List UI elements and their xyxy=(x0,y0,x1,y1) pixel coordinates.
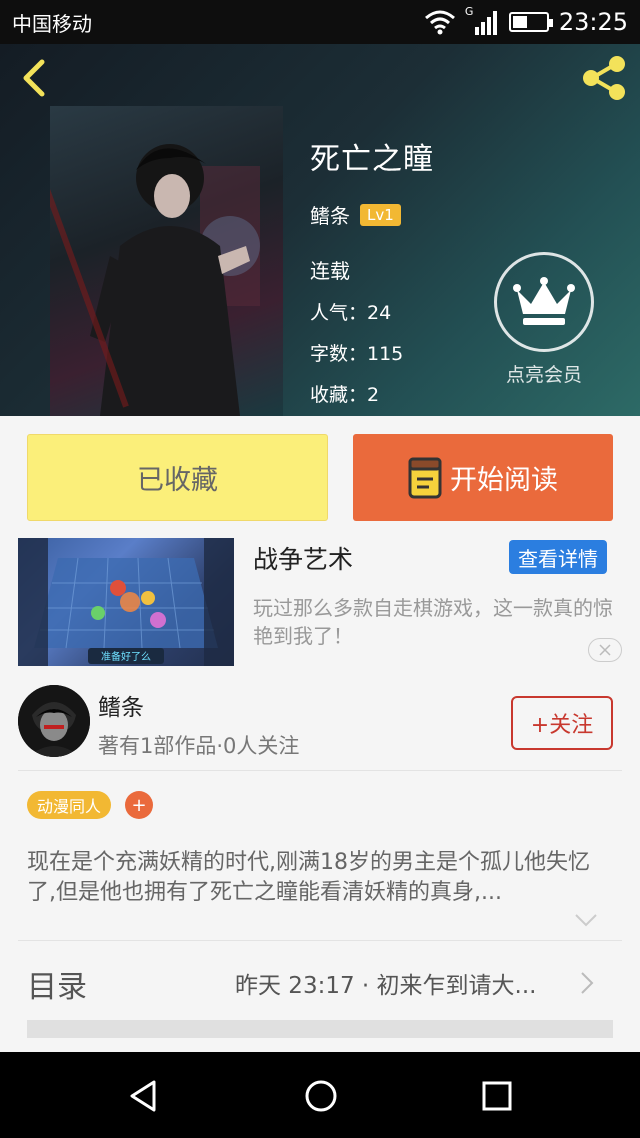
share-icon[interactable] xyxy=(578,54,630,102)
chevron-right-icon xyxy=(581,972,594,994)
latest-chapter: 昨天 23:17 · 初来乍到请大... xyxy=(235,973,537,999)
author-name[interactable]: 鳍条 xyxy=(98,688,144,722)
serial-status: 连载 xyxy=(310,259,350,283)
author-avatar[interactable] xyxy=(18,685,90,757)
cover-illustration xyxy=(50,114,260,416)
ad-image[interactable]: 准备好了么 xyxy=(18,538,234,666)
tag-item[interactable]: 动漫同人 xyxy=(27,791,112,819)
author-line: 鳍条 Lv1 xyxy=(310,200,434,229)
start-reading-label: 开始阅读 xyxy=(450,465,558,496)
collected-label: 已收藏 xyxy=(137,465,218,496)
system-nav-bar xyxy=(0,1052,640,1138)
chevron-down-icon[interactable] xyxy=(572,910,600,930)
nav-back-button[interactable] xyxy=(120,1072,168,1120)
clock: 23:25 xyxy=(558,8,628,36)
crown-icon xyxy=(513,277,575,325)
author-meta: 著有1部作品·0人关注 xyxy=(98,734,300,758)
book-icon xyxy=(408,457,442,498)
book-cover xyxy=(50,106,283,416)
collected-button[interactable]: 已收藏 xyxy=(27,434,328,521)
ad-close-button[interactable] xyxy=(588,638,622,662)
vip-button[interactable]: 点亮会员 xyxy=(492,252,596,387)
vip-circle xyxy=(494,252,594,352)
book-author[interactable]: 鳍条 xyxy=(310,200,350,229)
avatar-image xyxy=(18,685,90,757)
content-divider-band xyxy=(27,1020,613,1038)
catalog-label: 目录 xyxy=(27,970,87,1005)
book-title: 死亡之瞳 xyxy=(310,142,434,177)
follow-button[interactable]: +关注 xyxy=(511,696,613,750)
word-count-stat: 字数：115 xyxy=(310,343,404,365)
signal-icon: G xyxy=(465,5,497,35)
nav-recent-icon xyxy=(482,1081,512,1111)
popularity-stat: 人气：24 xyxy=(310,302,392,324)
network-type: G xyxy=(464,5,474,18)
status-icons: G xyxy=(423,5,553,35)
nav-home-button[interactable] xyxy=(297,1072,345,1120)
book-info: 死亡之瞳 鳍条 Lv1 连载 人气：24 字数：115 收藏：2 xyxy=(310,134,434,407)
wifi-icon xyxy=(424,10,455,35)
carrier-name: 中国移动 xyxy=(12,11,92,36)
ad-description[interactable]: 玩过那么多款自走棋游戏，这一款真的惊艳到我了！ xyxy=(253,594,625,650)
nav-recent-button[interactable] xyxy=(473,1072,521,1120)
level-badge: Lv1 xyxy=(360,203,401,226)
book-description: 现在是个充满妖精的时代,刚满18岁的男主是个孤儿他失忆了,但是他也拥有了死亡之瞳… xyxy=(27,850,590,905)
add-tag-button[interactable]: + xyxy=(125,791,153,819)
nav-back-icon xyxy=(130,1080,156,1112)
battery-icon xyxy=(508,12,553,32)
back-arrow-icon[interactable] xyxy=(16,56,56,100)
catalog-row[interactable]: 目录 昨天 23:17 · 初来乍到请大... xyxy=(0,942,640,1022)
vip-label: 点亮会员 xyxy=(505,364,582,386)
favorites-stat: 收藏：2 xyxy=(310,384,380,406)
nav-home-icon xyxy=(305,1080,337,1112)
divider xyxy=(18,770,622,771)
start-reading-button[interactable]: 开始阅读 xyxy=(353,434,613,521)
ad-title[interactable]: 战争艺术 xyxy=(253,540,353,576)
book-header: 死亡之瞳 鳍条 Lv1 连载 人气：24 字数：115 收藏：2 点亮会员 xyxy=(0,44,640,416)
ad-game-screenshot: 准备好了么 xyxy=(18,538,234,666)
status-bar: 中国移动 G 23:25 xyxy=(0,0,640,44)
ad-detail-button[interactable]: 查看详情 xyxy=(509,540,607,574)
ad-image-caption: 准备好了么 xyxy=(101,650,151,663)
close-icon xyxy=(599,644,611,656)
divider xyxy=(18,940,622,941)
